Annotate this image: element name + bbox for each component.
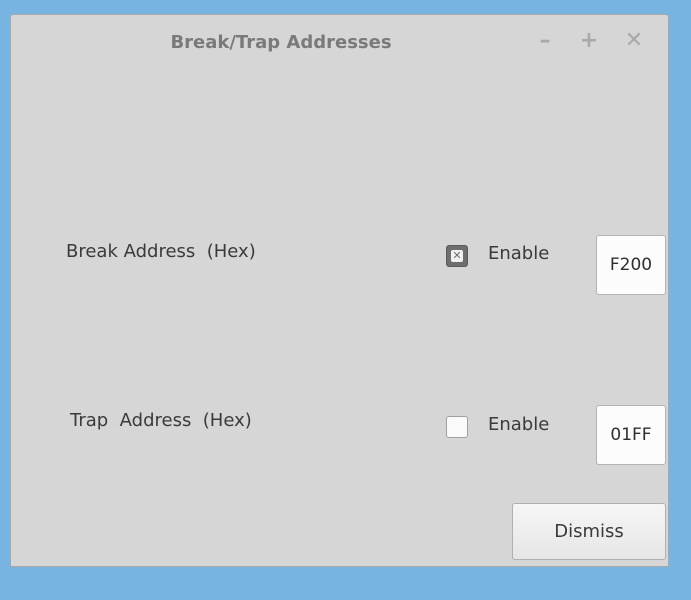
trap-address-label: Trap Address (Hex): [70, 410, 252, 431]
break-address-label: Break Address (Hex): [66, 241, 256, 262]
break-enable-checkbox[interactable]: ✕: [446, 245, 468, 267]
dismiss-button[interactable]: Dismiss: [512, 503, 666, 560]
checkmark-icon: ✕: [451, 249, 463, 262]
window-title: Break/Trap Addresses: [170, 32, 392, 53]
minimize-icon[interactable]: –: [533, 29, 557, 53]
maximize-icon[interactable]: +: [577, 29, 601, 53]
break-trap-dialog: Break/Trap Addresses – + ✕ Break Address…: [10, 14, 669, 567]
break-enable-label[interactable]: Enable: [488, 243, 549, 264]
trap-enable-checkbox[interactable]: [446, 416, 468, 438]
trap-address-input[interactable]: [596, 405, 666, 465]
title-bar[interactable]: Break/Trap Addresses – + ✕: [11, 15, 668, 71]
close-icon[interactable]: ✕: [622, 29, 646, 53]
break-address-input[interactable]: [596, 235, 666, 295]
trap-enable-label[interactable]: Enable: [488, 414, 549, 435]
